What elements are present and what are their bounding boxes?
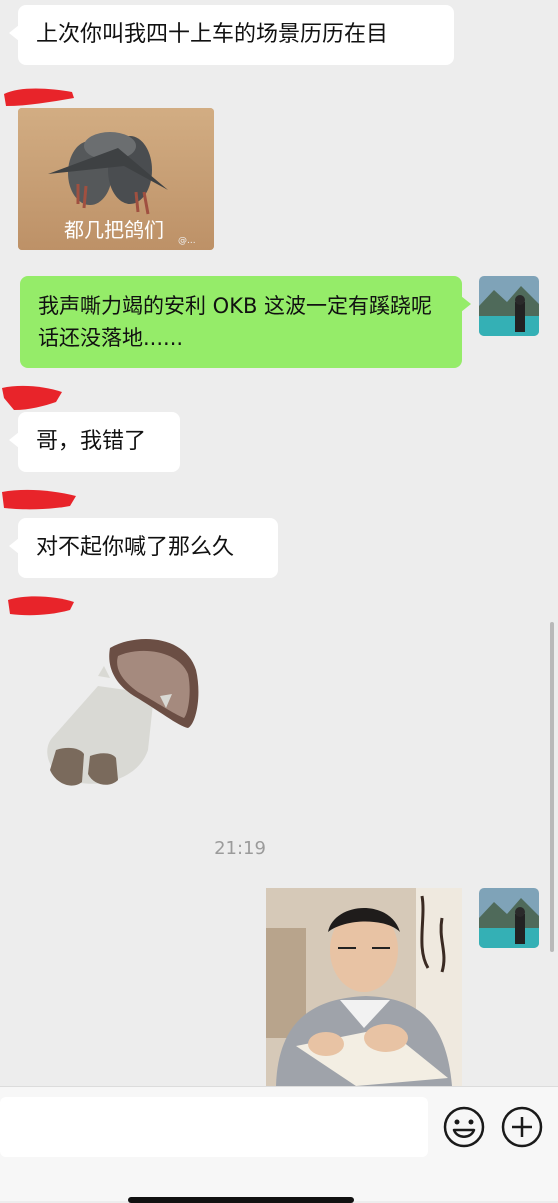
message-timestamp: 21:19 xyxy=(214,838,266,859)
my-avatar[interactable] xyxy=(479,276,539,336)
message-input-bar xyxy=(0,1086,558,1201)
plus-icon xyxy=(501,1106,543,1148)
sticker-pigeons-image[interactable]: 都几把鸽们 @... xyxy=(18,108,214,250)
redacted-sender-name xyxy=(2,385,62,410)
plus-button[interactable] xyxy=(500,1105,544,1149)
my-avatar[interactable] xyxy=(479,888,539,948)
emoji-button[interactable] xyxy=(442,1105,486,1149)
message-bubble-incoming[interactable]: 哥，我错了 xyxy=(9,412,180,472)
sent-photo-image[interactable] xyxy=(266,888,462,1086)
avatar-landscape-icon xyxy=(479,276,539,336)
message-bubble-incoming[interactable]: 对不起你喊了那么久 xyxy=(9,518,278,578)
message-text: 哥，我错了 xyxy=(36,429,147,454)
emoji-icon xyxy=(443,1106,485,1148)
chat-message-list[interactable]: 上次你叫我四十上车的场景历历在目 都几把鸽们 @... 我声嘶力竭的安利 OKB… xyxy=(0,0,558,1086)
sticker-caption: 都几把鸽们 xyxy=(64,218,164,242)
message-bubble-outgoing[interactable]: 我声嘶力竭的安利 OKB 这波一定有蹊跷呢话还没落地...... xyxy=(20,276,471,368)
sticker-watermark: @... xyxy=(178,236,196,246)
message-text: 我声嘶力竭的安利 OKB 这波一定有蹊跷呢话还没落地...... xyxy=(38,294,433,350)
redacted-sender-name xyxy=(4,88,74,106)
redacted-sender-name xyxy=(2,489,76,510)
sticker-mushroom-image[interactable] xyxy=(28,630,208,800)
message-text-input[interactable] xyxy=(0,1097,428,1157)
message-text: 对不起你喊了那么久 xyxy=(36,535,235,560)
chat-scrollbar[interactable] xyxy=(550,622,554,952)
redacted-sender-name xyxy=(8,596,74,616)
mushroom-illustration xyxy=(47,638,199,786)
avatar-landscape-icon xyxy=(479,888,539,948)
message-bubble-incoming[interactable]: 上次你叫我四十上车的场景历历在目 xyxy=(9,5,454,65)
photo-person-reading xyxy=(266,888,462,1086)
home-indicator xyxy=(128,1197,354,1203)
message-text: 上次你叫我四十上车的场景历历在目 xyxy=(36,22,389,47)
